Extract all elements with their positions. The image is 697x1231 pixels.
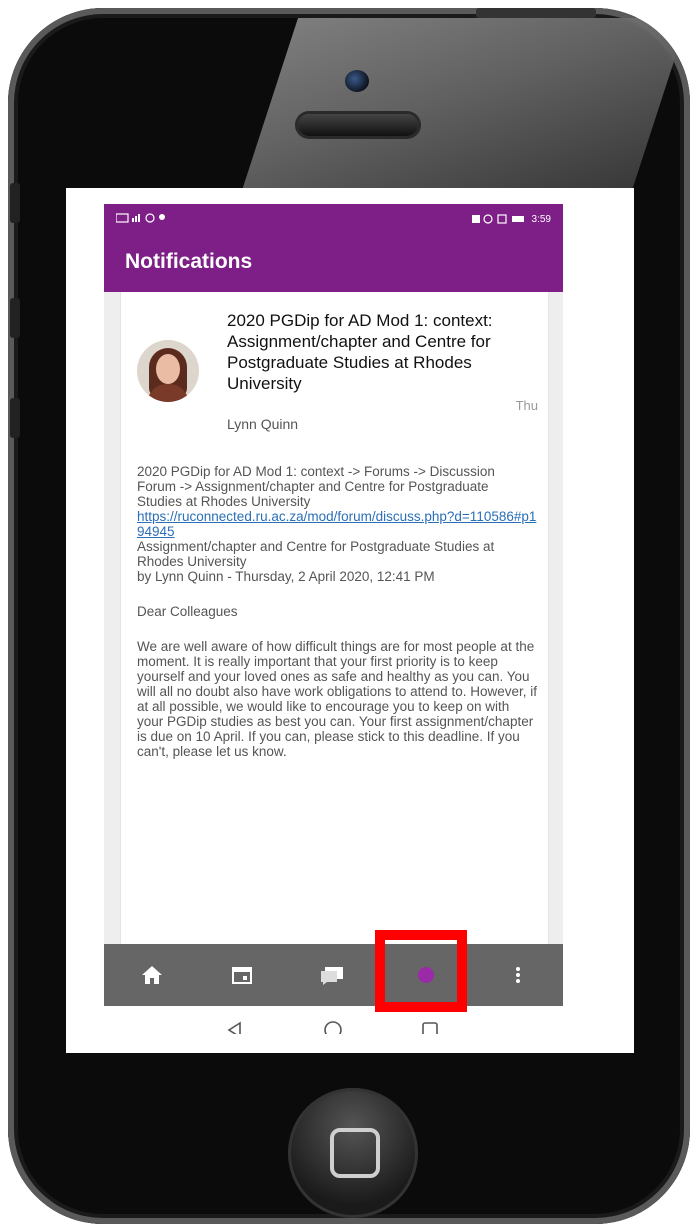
nav-calendar[interactable] (212, 944, 272, 1006)
status-right: 3:59 (471, 213, 551, 225)
calendar-icon (232, 967, 252, 984)
nav-more[interactable] (488, 944, 548, 1006)
back-icon (227, 1021, 241, 1034)
phone-screen: 3:59 Notifications 2020 PGDip for AD Mod… (66, 188, 634, 1053)
status-bar: 3:59 (104, 204, 563, 234)
recents-icon (422, 1022, 438, 1034)
avatar (137, 340, 199, 402)
power-button (476, 8, 596, 18)
more-icon (516, 967, 520, 983)
system-back[interactable] (220, 1016, 250, 1034)
highlight-box (375, 930, 467, 1012)
app-window: 3:59 Notifications 2020 PGDip for AD Mod… (104, 204, 563, 1034)
volume-down-button (10, 398, 20, 438)
avatar-face (156, 354, 180, 384)
earpiece-speaker (298, 114, 418, 136)
mute-switch (10, 183, 20, 223)
notification-time: Thu (515, 398, 538, 413)
post-greeting: Dear Colleagues (137, 604, 238, 619)
nav-home[interactable] (122, 944, 182, 1006)
bottom-navigation (104, 944, 563, 1006)
status-time: 3:59 (531, 213, 551, 225)
home-circle-icon (324, 1021, 342, 1034)
volume-up-button (10, 298, 20, 338)
post-subject: Assignment/chapter and Centre for Postgr… (137, 539, 495, 569)
system-home[interactable] (318, 1016, 348, 1034)
system-recents[interactable] (415, 1016, 445, 1034)
nav-messages[interactable] (302, 944, 362, 1006)
post-byline: by Lynn Quinn - Thursday, 2 April 2020, … (137, 569, 435, 584)
notification-card[interactable]: 2020 PGDip for AD Mod 1: context: Assign… (120, 292, 549, 944)
messages-icon (321, 967, 343, 985)
page-title: Notifications (125, 250, 253, 273)
notification-author: Lynn Quinn (227, 416, 299, 432)
hardware-home-button[interactable] (288, 1088, 418, 1218)
notification-body: 2020 PGDip for AD Mod 1: context -> Foru… (137, 464, 537, 759)
post-paragraph: We are well aware of how difficult thing… (137, 639, 537, 759)
front-camera (345, 70, 369, 92)
screen-glare (240, 18, 688, 196)
notifications-list[interactable]: 2020 PGDip for AD Mod 1: context: Assign… (104, 292, 563, 944)
forum-breadcrumb: 2020 PGDip for AD Mod 1: context -> Foru… (137, 464, 495, 509)
status-left-icons (115, 212, 186, 227)
home-square-icon (330, 1128, 380, 1178)
notification-title: 2020 PGDip for AD Mod 1: context: Assign… (227, 311, 493, 393)
home-icon (142, 966, 162, 984)
discussion-link[interactable]: https://ruconnected.ru.ac.za/mod/forum/d… (137, 509, 537, 539)
app-bar: Notifications (104, 234, 563, 292)
system-navigation-bar (104, 1006, 563, 1034)
status-right-icons (471, 214, 524, 224)
